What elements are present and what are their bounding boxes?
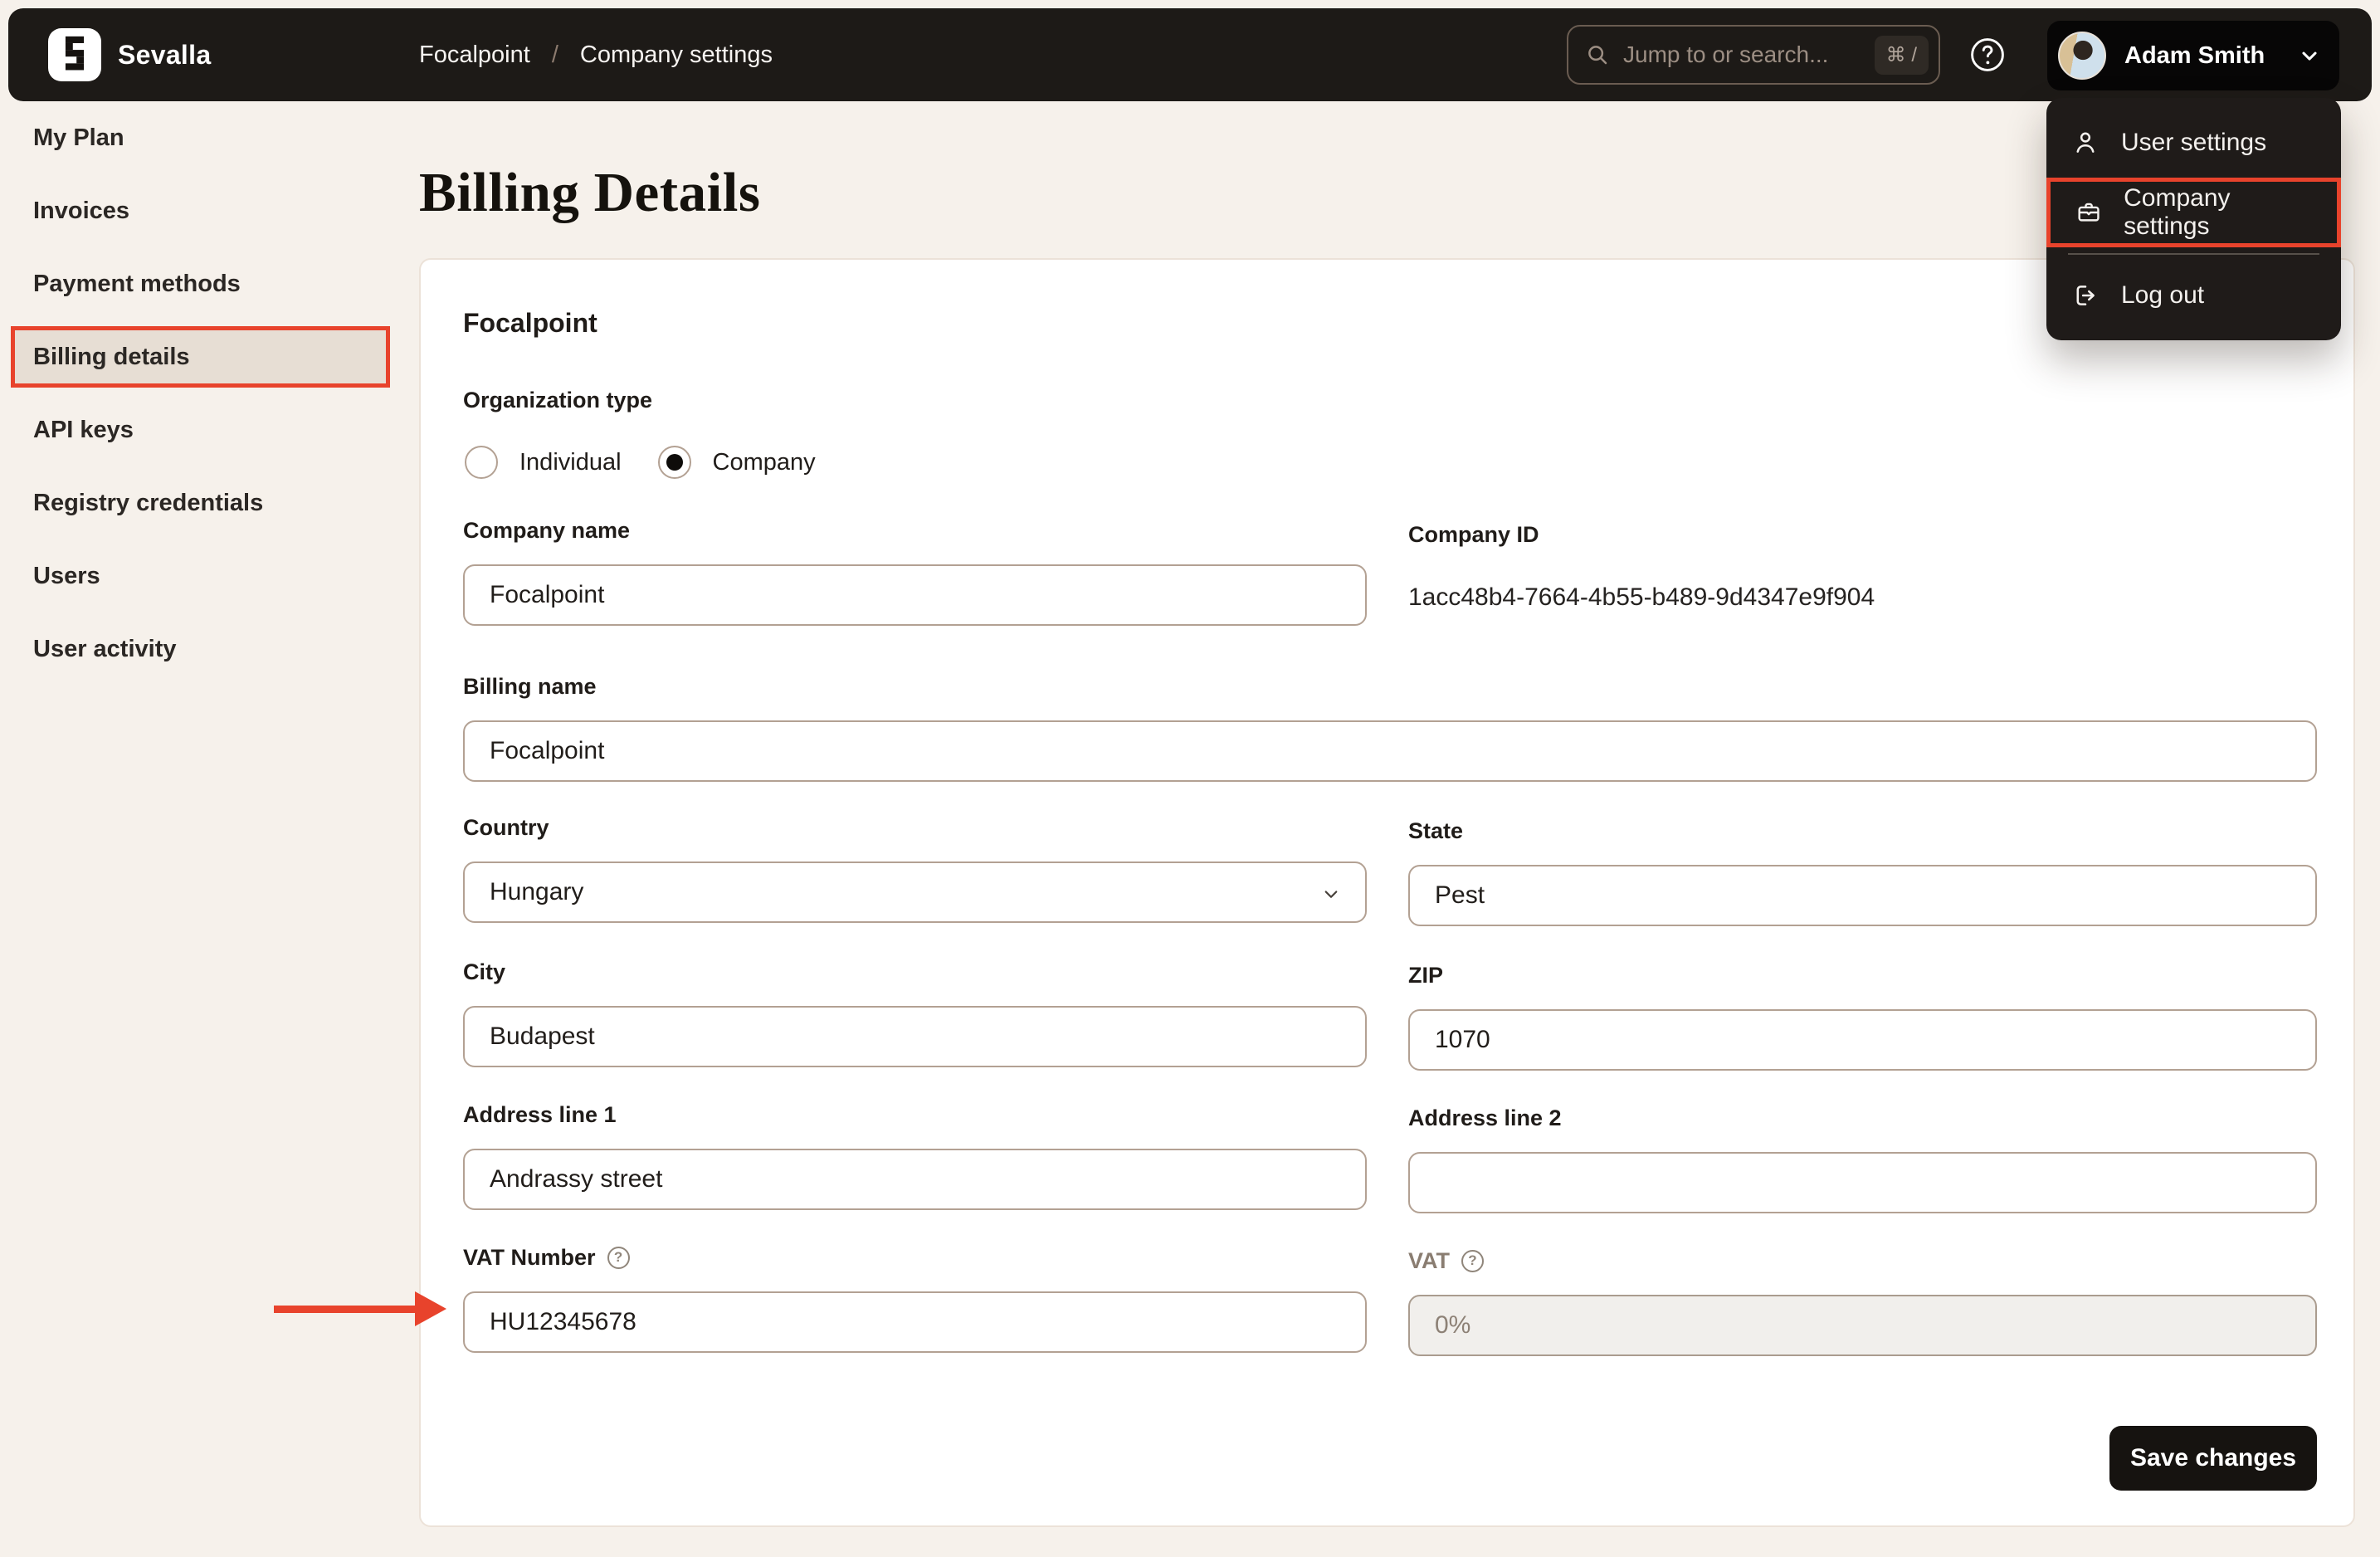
state-label: State	[1408, 818, 1464, 843]
sidebar-item-invoices[interactable]: Invoices	[0, 174, 419, 247]
card-heading: Focalpoint	[463, 308, 597, 338]
breadcrumb-page[interactable]: Company settings	[580, 41, 773, 69]
sidebar-item-user-activity[interactable]: User activity	[0, 613, 419, 686]
address-line-2-group: Address line 2	[1408, 1104, 2317, 1213]
search-icon	[1588, 46, 1607, 65]
topbar: Sevalla Focalpoint / Company settings ⌘ …	[8, 8, 2372, 101]
billing-details-card: Focalpoint Organization type Individual …	[419, 258, 2355, 1527]
menu-item-label: Company settings	[2124, 184, 2231, 240]
arrow-annotation-line	[274, 1306, 417, 1313]
billing-name-label: Billing name	[463, 673, 597, 699]
arrow-annotation-head	[415, 1291, 446, 1326]
user-dropdown-menu: User settings Company settings Log out	[2046, 98, 2341, 340]
country-group: Country Hungary	[463, 813, 1367, 923]
search-shortcut-badge: ⌘ /	[1874, 35, 1929, 75]
country-value: Hungary	[490, 878, 584, 905]
chevron-down-icon	[2298, 44, 2321, 67]
sevalla-logo-icon	[65, 36, 85, 71]
address-line-2-label: Address line 2	[1408, 1105, 1562, 1130]
address-line-1-input[interactable]	[463, 1149, 1367, 1210]
state-group: State	[1408, 817, 2317, 926]
radio-individual-control[interactable]	[465, 446, 498, 479]
menu-divider	[2068, 253, 2319, 255]
country-select[interactable]: Hungary	[463, 861, 1367, 923]
search-box[interactable]: ⌘ /	[1567, 25, 1940, 85]
address-line-1-label: Address line 1	[463, 1101, 617, 1127]
company-name-label: Company name	[463, 517, 631, 543]
page-title: Billing Details	[419, 162, 761, 223]
vat-group: VAT ?	[1408, 1247, 2317, 1356]
organization-type-group: Individual Company	[465, 446, 816, 479]
save-changes-button[interactable]: Save changes	[2109, 1426, 2317, 1491]
vat-label: VAT ?	[1408, 1247, 2317, 1275]
radio-individual[interactable]: Individual	[465, 446, 622, 479]
vat-number-input[interactable]	[463, 1291, 1367, 1353]
city-group: City	[463, 958, 1367, 1067]
sidebar-item-payment-methods[interactable]: Payment methods	[0, 247, 419, 320]
zip-group: ZIP	[1408, 961, 2317, 1071]
company-id-value: 1acc48b4-7664-4b55-b489-9d4347e9f904	[1408, 583, 1875, 611]
company-name-group: Company name	[463, 516, 1367, 626]
brand-name[interactable]: Sevalla	[118, 8, 211, 101]
menu-item-user-settings[interactable]: User settings	[2046, 108, 2341, 178]
vat-number-help-icon[interactable]: ?	[607, 1246, 630, 1269]
logout-icon	[2076, 286, 2095, 305]
company-id-group: Company ID 1acc48b4-7664-4b55-b489-9d434…	[1408, 520, 2317, 612]
breadcrumb-separator: /	[551, 41, 558, 68]
help-button[interactable]	[1968, 36, 2007, 74]
radio-company-control[interactable]	[657, 446, 691, 479]
sidebar-item-registry-credentials[interactable]: Registry credentials	[0, 466, 419, 539]
radio-company[interactable]: Company	[657, 446, 816, 479]
address-line-2-input[interactable]	[1408, 1152, 2317, 1213]
sidebar-item-users[interactable]: Users	[0, 539, 419, 613]
city-input[interactable]	[463, 1006, 1367, 1067]
user-icon	[2076, 132, 2095, 153]
briefcase-icon	[2078, 203, 2100, 222]
avatar	[2058, 32, 2106, 80]
state-input[interactable]	[1408, 865, 2317, 926]
country-label: Country	[463, 814, 549, 840]
menu-item-label: User settings	[2121, 129, 2267, 156]
help-icon	[1971, 38, 2004, 71]
sevalla-logo[interactable]	[48, 28, 101, 81]
sidebar-item-billing-details[interactable]: Billing details	[0, 320, 419, 393]
sidebar-item-api-keys[interactable]: API keys	[0, 393, 419, 466]
sidebar-item-my-plan[interactable]: My Plan	[0, 101, 419, 174]
sidebar: My Plan Invoices Payment methods Billing…	[0, 101, 419, 686]
chevron-down-icon	[1319, 881, 1344, 913]
company-id-label: Company ID	[1408, 521, 1539, 547]
city-label: City	[463, 959, 506, 984]
breadcrumb: Focalpoint / Company settings	[419, 8, 773, 101]
billing-name-input[interactable]	[463, 720, 2317, 782]
user-menu-button[interactable]: Adam Smith	[2047, 21, 2339, 90]
organization-type-label: Organization type	[463, 388, 653, 412]
vat-input	[1408, 1295, 2317, 1356]
vat-number-group: VAT Number ?	[463, 1243, 1367, 1353]
menu-item-label: Log out	[2121, 281, 2205, 309]
breadcrumb-org[interactable]: Focalpoint	[419, 41, 530, 69]
vat-number-label: VAT Number ?	[463, 1243, 1367, 1271]
app-root: Sevalla Focalpoint / Company settings ⌘ …	[0, 0, 2380, 1557]
company-name-input[interactable]	[463, 564, 1367, 626]
zip-input[interactable]	[1408, 1009, 2317, 1071]
search-input[interactable]	[1622, 41, 1875, 69]
address-line-1-group: Address line 1	[463, 1101, 1367, 1210]
zip-label: ZIP	[1408, 962, 1444, 988]
menu-item-company-settings[interactable]: Company settings	[2046, 178, 2341, 247]
menu-item-log-out[interactable]: Log out	[2046, 261, 2341, 330]
user-name: Adam Smith	[2124, 41, 2265, 69]
arrow-annotation	[274, 1291, 448, 1326]
vat-help-icon[interactable]: ?	[1461, 1249, 1484, 1272]
billing-name-group: Billing name	[463, 672, 2317, 782]
